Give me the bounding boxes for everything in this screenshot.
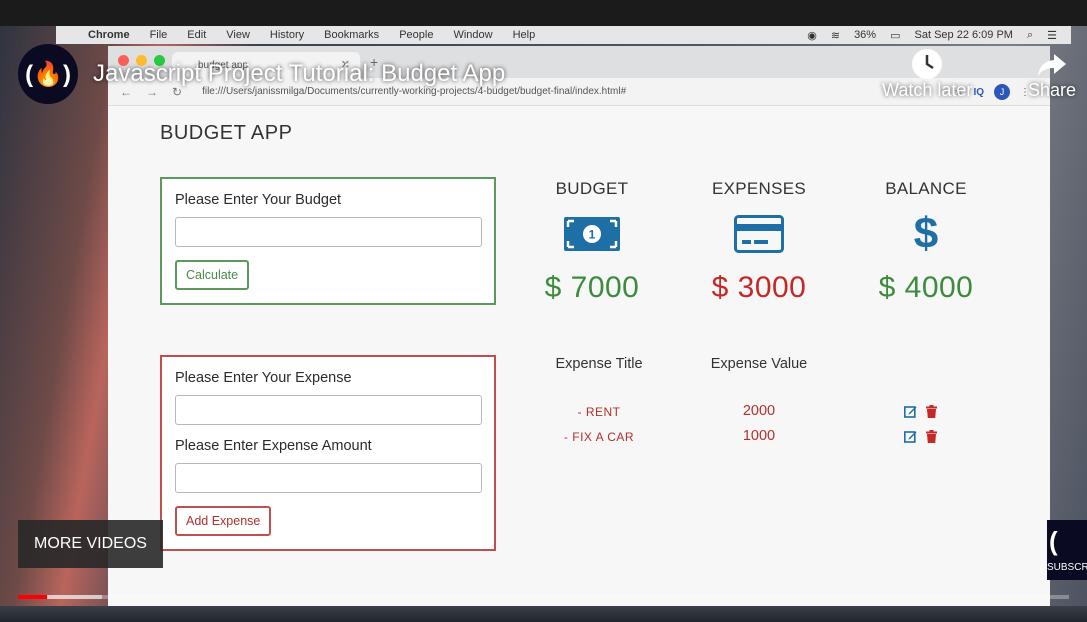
credit-card-icon bbox=[679, 213, 839, 255]
menu-history[interactable]: History bbox=[270, 29, 304, 41]
battery-icon[interactable]: ▭ bbox=[890, 29, 900, 42]
share-icon bbox=[1028, 48, 1076, 80]
balance-amount: $ 4000 bbox=[878, 271, 974, 304]
money-bill-icon: 1 bbox=[512, 213, 672, 255]
expense-title-label: Please Enter Your Expense bbox=[175, 370, 352, 386]
mac-menubar: Chrome File Edit View History Bookmarks … bbox=[56, 26, 1071, 44]
expense-amount-input[interactable] bbox=[175, 463, 482, 493]
edit-icon[interactable] bbox=[904, 430, 917, 443]
expense-row-title: - RENT bbox=[577, 405, 621, 419]
balance-stat: BALANCE $ $ 4000 bbox=[846, 179, 1006, 305]
expense-amount-label: Please Enter Expense Amount bbox=[175, 438, 372, 454]
channel-watermark-icon: ( bbox=[1049, 526, 1058, 556]
menu-people[interactable]: People bbox=[399, 29, 433, 41]
profile-avatar[interactable]: J bbox=[994, 84, 1010, 100]
dollar-sign-icon: $ bbox=[913, 209, 939, 258]
edit-icon[interactable] bbox=[904, 405, 917, 418]
subscribe-label: SUBSCR bbox=[1047, 562, 1087, 573]
add-expense-button[interactable]: Add Expense bbox=[175, 506, 272, 536]
expense-row-title: - FIX A CAR bbox=[563, 430, 635, 444]
budget-input[interactable] bbox=[175, 217, 482, 247]
video-progress-bar[interactable] bbox=[18, 595, 1069, 599]
app-title: BUDGET APP bbox=[160, 122, 293, 144]
budget-stat: BUDGET 1 $ 7000 bbox=[512, 179, 672, 305]
menu-chrome[interactable]: Chrome bbox=[88, 29, 130, 41]
wifi-icon[interactable]: ≋ bbox=[831, 29, 840, 42]
expenses-heading: EXPENSES bbox=[711, 179, 807, 198]
share-button[interactable]: Share bbox=[1028, 48, 1076, 101]
delete-icon[interactable] bbox=[926, 430, 937, 443]
menu-file[interactable]: File bbox=[150, 29, 168, 41]
video-title[interactable]: Javascript Project Tutorial: Budget App bbox=[93, 60, 505, 88]
spotlight-icon[interactable]: ⌕ bbox=[1027, 29, 1033, 42]
notification-center-icon[interactable]: ☰ bbox=[1047, 29, 1057, 42]
subscribe-button[interactable]: ( SUBSCR bbox=[1047, 520, 1087, 580]
expense-row-value: 1000 bbox=[742, 428, 776, 444]
budget-label: Please Enter Your Budget bbox=[175, 192, 342, 208]
calculate-button[interactable]: Calculate bbox=[175, 260, 250, 290]
expense-form: Please Enter Your Expense Please Enter E… bbox=[160, 355, 496, 551]
budget-app-page: BUDGET APP Please Enter Your Budget Calc… bbox=[108, 106, 1050, 606]
mac-dock bbox=[0, 606, 1087, 622]
expenses-amount: $ 3000 bbox=[711, 271, 807, 304]
played-bar bbox=[18, 595, 48, 599]
balance-heading: BALANCE bbox=[885, 179, 967, 198]
channel-logo[interactable]: (🔥) bbox=[18, 44, 78, 104]
clock[interactable]: Sat Sep 22 6:09 PM bbox=[915, 29, 1013, 41]
more-videos-button[interactable]: MORE VIDEOS bbox=[18, 520, 163, 568]
budget-form: Please Enter Your Budget Calculate bbox=[160, 177, 496, 305]
delete-icon[interactable] bbox=[926, 405, 937, 418]
video-top-bar bbox=[0, 0, 1087, 26]
svg-text:1: 1 bbox=[589, 228, 596, 242]
menu-view[interactable]: View bbox=[226, 29, 250, 41]
budget-heading: BUDGET bbox=[555, 179, 629, 198]
watch-later-label: Watch later bbox=[882, 80, 973, 100]
clock-icon bbox=[882, 48, 972, 80]
menu-edit[interactable]: Edit bbox=[187, 29, 206, 41]
expense-title-input[interactable] bbox=[175, 395, 482, 425]
watch-later-button[interactable]: Watch later bbox=[882, 48, 972, 101]
extension-icon[interactable]: IQ bbox=[973, 87, 984, 98]
share-label: Share bbox=[1028, 80, 1077, 100]
budget-amount: $ 7000 bbox=[544, 271, 640, 304]
battery-percent[interactable]: 36% bbox=[854, 29, 876, 41]
menu-bookmarks[interactable]: Bookmarks bbox=[324, 29, 379, 41]
menu-help[interactable]: Help bbox=[513, 29, 536, 41]
record-icon[interactable]: ◉ bbox=[807, 29, 817, 42]
expense-row-value: 2000 bbox=[742, 403, 776, 419]
browser-window: budget app ✕ + ← → ↻ file:///Users/janis… bbox=[108, 46, 1050, 606]
expense-value-header: Expense Value bbox=[710, 356, 808, 372]
menu-window[interactable]: Window bbox=[453, 29, 492, 41]
expense-title-header: Expense Title bbox=[555, 356, 643, 372]
expenses-stat: EXPENSES $ 3000 bbox=[679, 179, 839, 305]
